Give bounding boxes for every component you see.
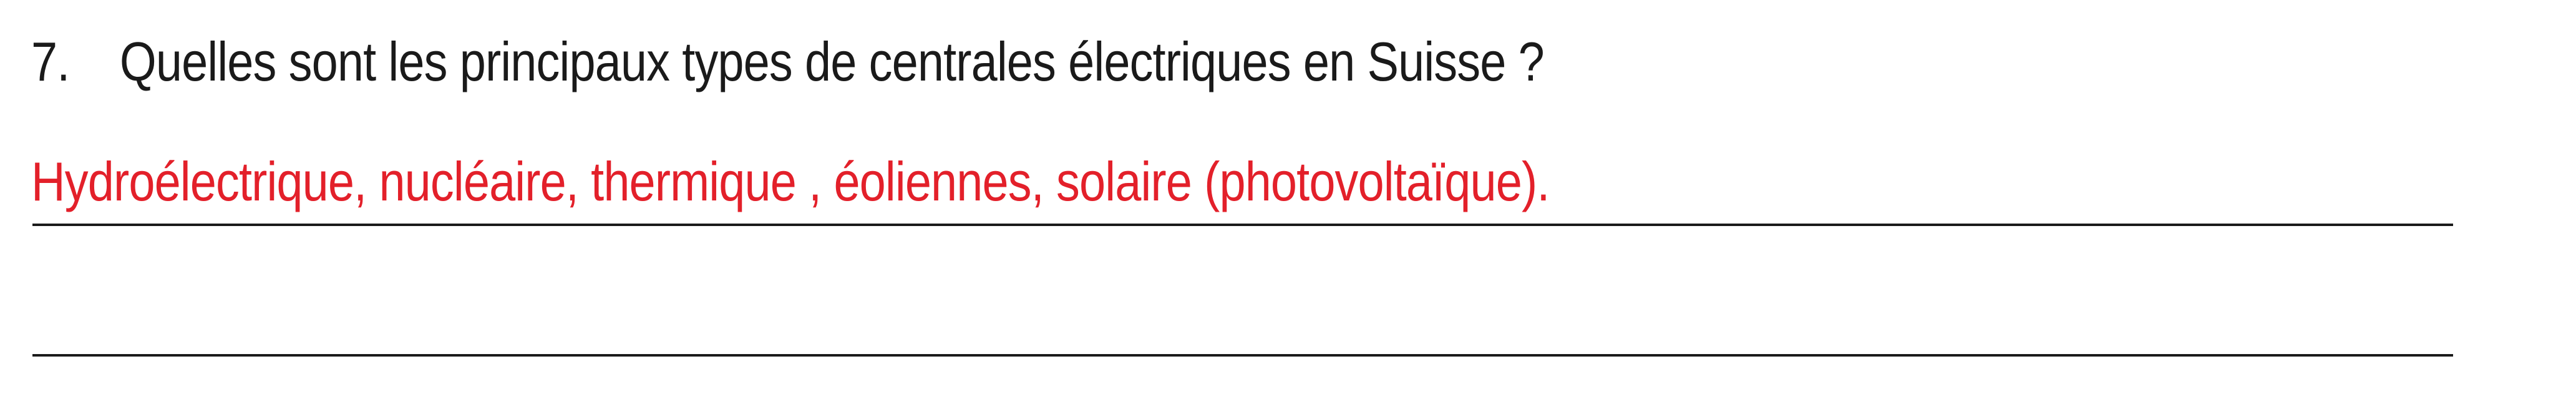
answer-line-2 (32, 354, 2453, 357)
question-number: 7. (31, 31, 70, 92)
question-7: 7. Quelles sont les principaux types de … (31, 30, 1545, 117)
answer-text: Hydroélectrique, nucléaire, thermique , … (31, 150, 1550, 212)
worksheet-page: 7. Quelles sont les principaux types de … (0, 0, 2576, 419)
answer-line-1 (32, 224, 2453, 226)
question-text: Quelles sont les principaux types de cen… (119, 31, 1545, 92)
